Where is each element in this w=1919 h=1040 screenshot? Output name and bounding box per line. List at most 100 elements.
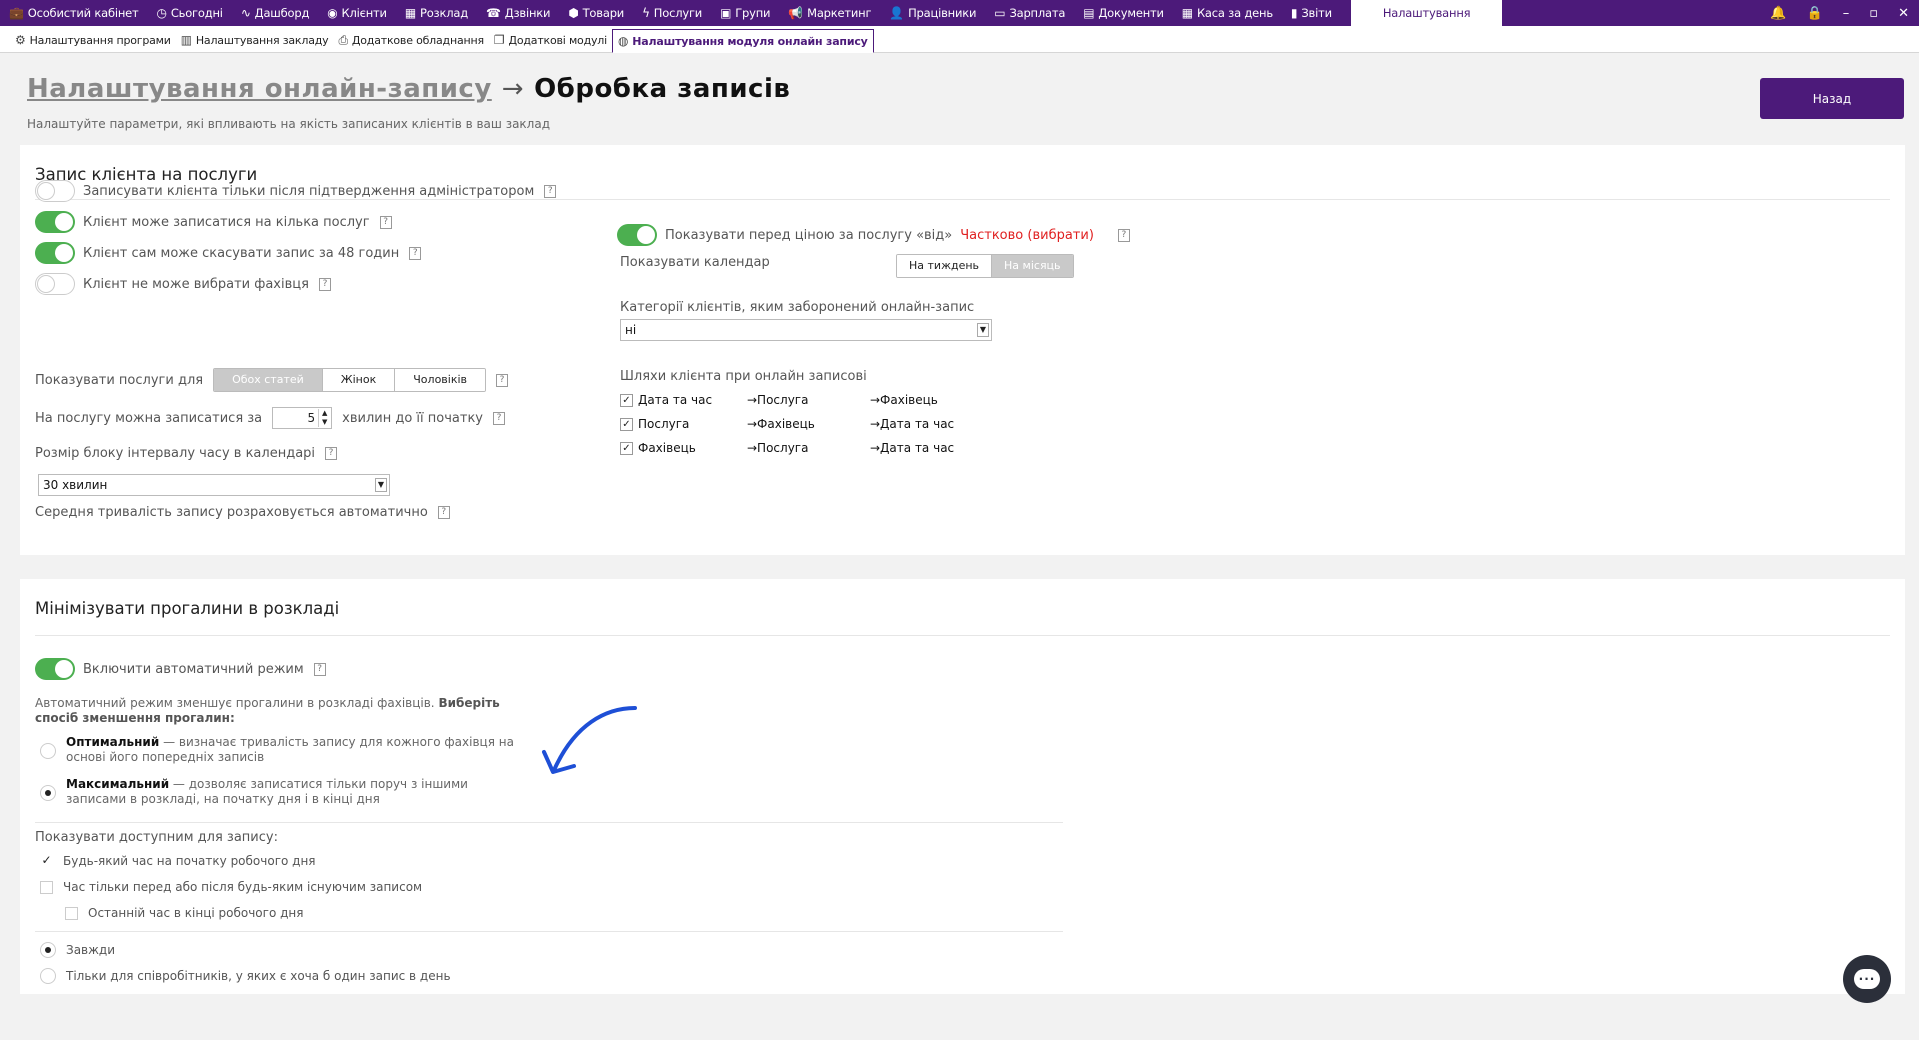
help-icon[interactable]: ? (493, 411, 505, 425)
toggle-switch[interactable] (35, 211, 75, 233)
page-heading: Налаштування онлайн-запису → Обробка запис… (27, 74, 790, 104)
help-icon[interactable]: ? (1117, 228, 1130, 242)
lock-icon[interactable]: 🔒 (1807, 6, 1823, 21)
clock-icon: ◷ (156, 6, 167, 20)
minimize-icon[interactable]: – (1843, 6, 1850, 21)
help-icon[interactable]: ? (496, 373, 509, 387)
help-icon[interactable]: ? (318, 277, 331, 291)
subtab-label: Налаштування модуля онлайн запису (632, 34, 868, 48)
help-icon[interactable]: ? (544, 184, 557, 198)
radio-button[interactable] (40, 968, 56, 984)
nav-item-label: Маркетинг (807, 6, 872, 20)
path-row-checkbox[interactable]: ✓ Фахівець (620, 441, 696, 455)
checkbox[interactable]: ✓ (620, 417, 633, 431)
radio-button[interactable] (40, 942, 56, 958)
gender-option[interactable]: Чоловіків (394, 369, 486, 391)
path-step: →Фахівець (747, 417, 815, 431)
auto-mode-toggle[interactable] (35, 658, 75, 680)
mode-option[interactable]: Максимальний — дозволяє записатися тільк… (40, 777, 516, 807)
checkbox[interactable] (65, 906, 78, 920)
nav-item-label: Документи (1098, 6, 1164, 20)
nav-item-label: Звіти (1301, 6, 1332, 20)
nav-item-label: Клієнти (341, 6, 388, 20)
checkbox[interactable]: ✓ (620, 393, 633, 407)
gender-option[interactable]: Жінок (321, 369, 395, 391)
toggle-switch[interactable] (35, 242, 75, 264)
nav-item-7[interactable]: ϟ Послуги (633, 0, 711, 26)
auto-mode-label: Включити автоматичний режим (83, 661, 304, 677)
breadcrumb-link[interactable]: Налаштування онлайн-запису (27, 74, 492, 104)
nav-item-settings[interactable]: Налаштування (1350, 0, 1503, 26)
path-row-checkbox[interactable]: ✓ Дата та час (620, 393, 712, 407)
nav-item-6[interactable]: ⬢ Товари (559, 0, 633, 26)
nav-item-0[interactable]: 💼 Особистий кабінет (0, 0, 148, 26)
available-option[interactable]: Час тільки перед або після будь-яким існ… (40, 880, 422, 894)
calendar-option[interactable]: На тиждень (897, 255, 992, 277)
minutes-stepper[interactable]: 5 ▲ ▼ (272, 407, 333, 429)
help-icon[interactable]: ? (409, 246, 422, 260)
when-label: Завжди (66, 943, 116, 957)
help-icon[interactable]: ? (379, 215, 392, 229)
nav-item-14[interactable]: ▮ Звіти (1282, 0, 1341, 26)
path-step: →Дата та час (870, 417, 954, 431)
toggle-label: Клієнт сам може скасувати запис за 48 го… (83, 245, 400, 261)
subtab-0[interactable]: ⚙ Налаштування програми (10, 28, 176, 52)
nav-item-label: Послуги (653, 6, 703, 20)
when-option[interactable]: Тільки для співробітників, у яких є хоча… (40, 968, 451, 984)
nav-item-4[interactable]: ▦ Розклад (396, 0, 477, 26)
calendar-option[interactable]: На місяць (991, 255, 1073, 277)
nav-item-11[interactable]: ▭ Зарплата (985, 0, 1074, 26)
available-option[interactable]: Останній час в кінці робочого дня (65, 906, 303, 920)
subtab-label: Додаткові модулі (508, 33, 607, 47)
toggle-switch[interactable] (35, 273, 75, 295)
help-icon[interactable]: ? (325, 447, 338, 460)
modules-icon: ❐ (493, 33, 505, 47)
nav-item-13[interactable]: ▦ Каса за день (1173, 0, 1282, 26)
nav-item-12[interactable]: ▤ Документи (1074, 0, 1173, 26)
nav-item-8[interactable]: ▣ Групи (711, 0, 779, 26)
subtab-4[interactable]: ◍ Налаштування модуля онлайн запису (612, 29, 874, 53)
close-icon[interactable]: ✕ (1898, 6, 1909, 21)
nav-item-label: Дзвінки (504, 6, 551, 20)
radio-button[interactable] (40, 743, 56, 759)
divider (35, 931, 1063, 932)
nav-item-3[interactable]: ◉ Клієнти (318, 0, 396, 26)
nav-item-label: Розклад (419, 6, 468, 20)
nav-item-5[interactable]: ☎ Дзвінки (477, 0, 559, 26)
lightning-icon: ϟ (642, 6, 650, 20)
nav-item-1[interactable]: ◷ Сьогодні (148, 0, 232, 26)
path-row-checkbox[interactable]: ✓ Послуга (620, 417, 689, 431)
stepper-arrows-icon[interactable]: ▲ ▼ (318, 409, 330, 427)
price-from-toggle[interactable] (617, 224, 657, 246)
nav-item-10[interactable]: 👤 Працівники (880, 0, 985, 26)
gender-option[interactable]: Обох статей (214, 369, 322, 391)
mode-option[interactable]: Оптимальний — визначає тривалість запису… (40, 735, 516, 765)
checkbox[interactable]: ✓ (40, 854, 53, 868)
back-button[interactable]: Назад (1760, 78, 1904, 119)
help-icon[interactable]: ? (313, 662, 326, 676)
calendar-row: Показувати календар (620, 255, 770, 270)
divider (35, 635, 1890, 636)
annotation-arrow-icon (542, 706, 637, 774)
calculator-icon: ▦ (1181, 6, 1193, 20)
help-icon[interactable]: ? (437, 506, 450, 519)
subtab-1[interactable]: ▥ Налаштування закладу (176, 28, 334, 52)
price-from-link[interactable]: Частково (вибрати) (960, 228, 1094, 243)
checkbox[interactable]: ✓ (620, 441, 633, 455)
subtab-2[interactable]: ⎙ Додаткове обладнання (333, 28, 488, 52)
toggle-switch[interactable] (35, 180, 75, 202)
bell-icon[interactable]: 🔔 (1770, 6, 1786, 21)
nav-item-2[interactable]: ∿ Дашборд (232, 0, 318, 26)
checkbox[interactable] (40, 880, 53, 894)
chat-button[interactable]: ··· (1843, 955, 1891, 1003)
block-size-select[interactable]: 30 хвилин ▼ (38, 474, 390, 496)
available-option[interactable]: ✓ Будь-який час на початку робочого дня (40, 854, 316, 868)
radio-button[interactable] (40, 785, 56, 801)
when-option[interactable]: Завжди (40, 942, 115, 958)
forbidden-categories-select[interactable]: ні ▼ (620, 319, 992, 341)
nav-item-label: Групи (735, 6, 771, 20)
maximize-icon[interactable]: ▫ (1869, 6, 1878, 21)
document-icon: ▤ (1083, 6, 1095, 20)
subtab-3[interactable]: ❐ Додаткові модулі (489, 28, 612, 52)
nav-item-9[interactable]: 📢 Маркетинг (779, 0, 880, 26)
